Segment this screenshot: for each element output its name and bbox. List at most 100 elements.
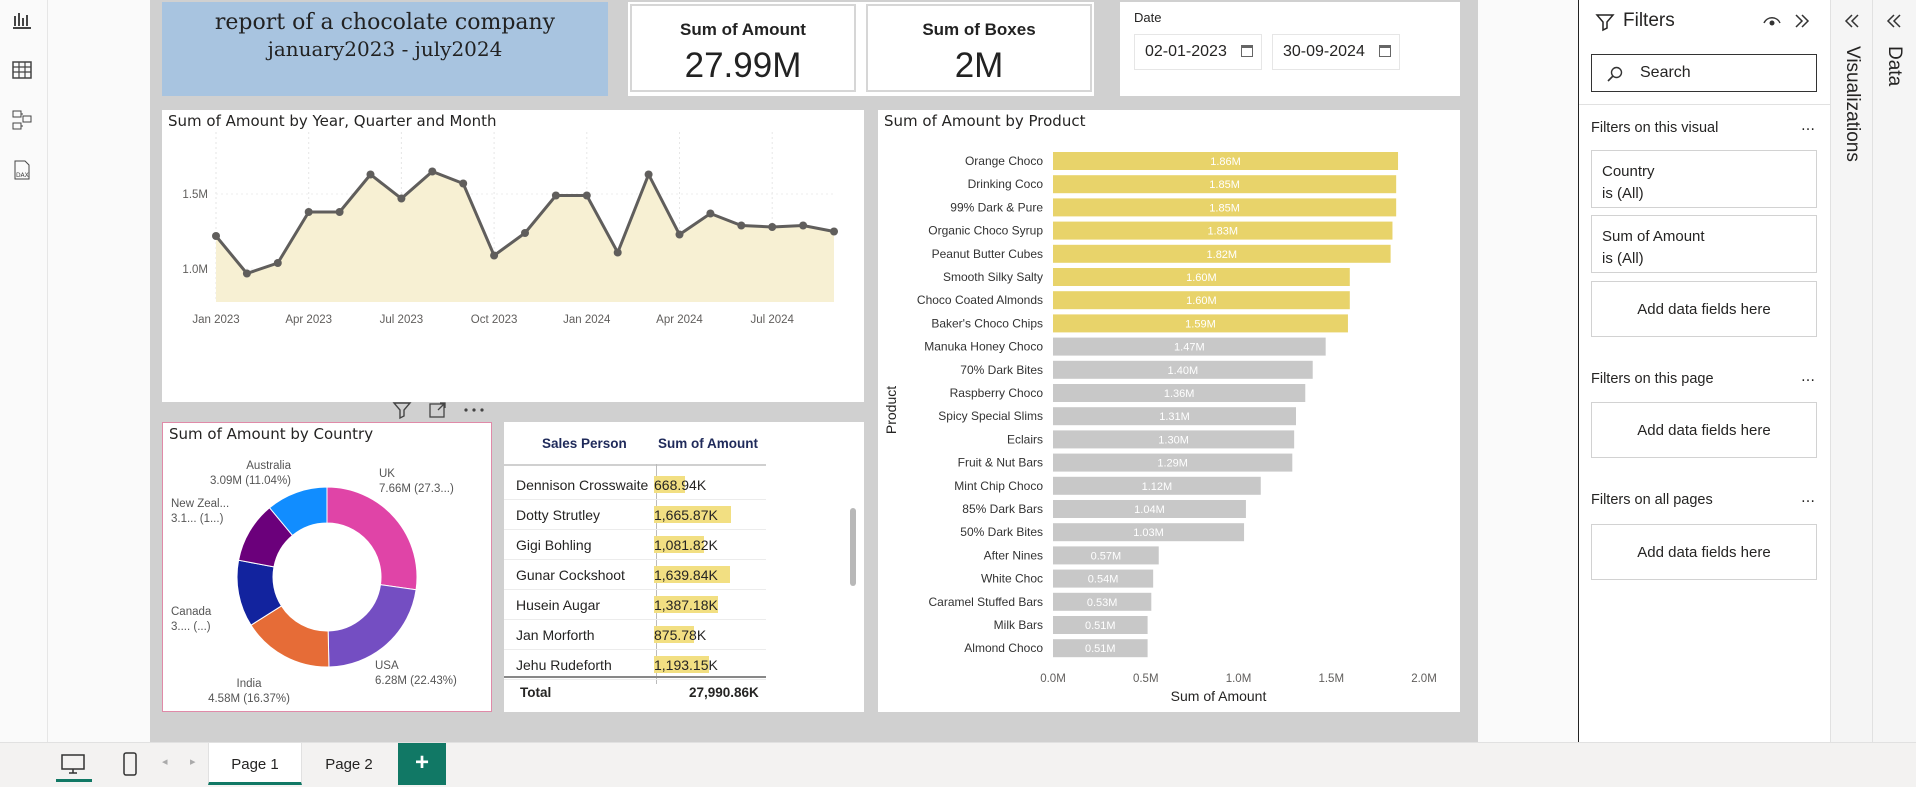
slice-value-label: 6.28M (22.43%): [375, 675, 457, 687]
product-label: Organic Choco Syrup: [928, 224, 1043, 238]
bar-data-label: 0.51M: [1085, 643, 1116, 655]
product-label: Raspberry Choco: [950, 386, 1044, 400]
table-header-amount[interactable]: Sum of Amount: [658, 436, 758, 451]
data-point: [551, 191, 560, 200]
product-label: Almond Choco: [964, 641, 1043, 655]
amount-value: 1,193.15K: [654, 657, 718, 673]
data-pane-collapsed[interactable]: Data: [1873, 0, 1916, 742]
add-page-button[interactable]: +: [398, 743, 446, 785]
product-label: 70% Dark Bites: [960, 363, 1043, 377]
y-tick-label: 1.0M: [182, 264, 208, 276]
product-label: Mint Chip Choco: [954, 479, 1043, 493]
slice-value-label: 4.58M (16.37%): [208, 693, 290, 705]
sales-person-table[interactable]: Sales Person Sum of Amount Dennison Cros…: [504, 422, 864, 712]
tab-page-1[interactable]: Page 1: [208, 743, 302, 785]
table-row[interactable]: Gunar Cockshoot 1,639.84K: [504, 560, 766, 590]
more-options-icon[interactable]: …: [1801, 118, 1816, 134]
data-point: [366, 170, 375, 179]
calendar-icon[interactable]: [1379, 45, 1391, 57]
mobile-layout-icon[interactable]: [122, 751, 138, 777]
bar-data-label: 1.60M: [1186, 272, 1217, 284]
data-point: [644, 170, 653, 179]
table-row[interactable]: Dotty Strutley 1,665.87K: [504, 500, 766, 530]
tab-page-2[interactable]: Page 2: [302, 743, 396, 785]
report-view-icon[interactable]: [10, 8, 34, 32]
kpi-card-boxes[interactable]: Sum of Boxes 2M: [866, 4, 1092, 92]
visualizations-label[interactable]: Visualizations: [1841, 46, 1863, 162]
product-bar-visual[interactable]: Sum of Amount by Product Orange Choco 1.8…: [878, 110, 1460, 712]
next-page-icon[interactable]: ▸: [190, 755, 196, 768]
kpi-card-amount[interactable]: Sum of Amount 27.99M: [630, 4, 856, 92]
slice-name-label: UK: [379, 468, 395, 480]
bar-data-label: 1.29M: [1157, 458, 1188, 470]
focus-mode-icon[interactable]: [428, 400, 448, 420]
eye-icon[interactable]: [1763, 14, 1781, 28]
table-row[interactable]: Jan Morforth 875.78K: [504, 620, 766, 650]
product-label: White Choc: [981, 572, 1043, 586]
table-header-sales-person[interactable]: Sales Person: [542, 436, 627, 451]
expand-icon[interactable]: [1885, 12, 1903, 30]
product-label: Choco Coated Almonds: [917, 293, 1043, 307]
add-data-fields-all[interactable]: Add data fields here: [1591, 524, 1817, 580]
model-view-icon[interactable]: [10, 108, 34, 132]
bar-data-label: 0.57M: [1091, 550, 1122, 562]
product-label: Caramel Stuffed Bars: [929, 595, 1044, 609]
data-point: [675, 230, 684, 239]
product-label: Smooth Silky Salty: [943, 270, 1043, 284]
filters-search-input[interactable]: Search: [1591, 54, 1817, 92]
table-row[interactable]: Husein Augar 1,387.18K: [504, 590, 766, 620]
country-donut-visual[interactable]: Sum of Amount by Country UK 7.66M (27.3..…: [162, 422, 492, 712]
x-tick-label: 0.0M: [1040, 673, 1066, 685]
visualizations-pane-collapsed[interactable]: Visualizations: [1831, 0, 1873, 742]
filter-card-amount[interactable]: Sum of Amount is (All): [1591, 215, 1817, 273]
data-label[interactable]: Data: [1883, 46, 1905, 86]
collapse-filters-icon[interactable]: [1793, 12, 1811, 30]
donut-slice: [326, 486, 418, 591]
amount-value: 1,387.18K: [654, 597, 718, 613]
dax-query-icon[interactable]: DAX: [10, 158, 34, 182]
donut-chart: UK 7.66M (27.3...) USA 6.28M (22.43%) India 4…: [171, 460, 457, 705]
bar-data-label: 1.85M: [1209, 179, 1240, 191]
more-options-icon[interactable]: …: [1801, 490, 1816, 506]
amount-value: 1,639.84K: [654, 567, 718, 583]
filter-icon: [1595, 14, 1615, 32]
y-tick-label: 1.5M: [182, 189, 208, 201]
x-tick-label: Jan 2023: [192, 314, 239, 326]
filters-on-page-heading: Filters on this page: [1591, 371, 1714, 387]
end-date-input[interactable]: 30-09-2024: [1272, 34, 1400, 70]
calendar-icon[interactable]: [1241, 45, 1253, 57]
date-slicer-label: Date: [1134, 10, 1162, 25]
slice-name-label: New Zeal...: [171, 498, 229, 510]
start-date-input[interactable]: 02-01-2023: [1134, 34, 1262, 70]
data-point: [397, 194, 406, 203]
add-data-fields-visual[interactable]: Add data fields here: [1591, 281, 1817, 337]
data-point: [799, 221, 808, 230]
slice-value-label: 3.1... (1...): [171, 513, 224, 525]
svg-text:DAX: DAX: [16, 172, 29, 179]
more-options-icon[interactable]: …: [1801, 369, 1816, 385]
filter-icon[interactable]: [392, 400, 412, 420]
prev-page-icon[interactable]: ◂: [162, 755, 168, 768]
bar-data-label: 1.83M: [1207, 226, 1238, 238]
slice-value-label: 3.09M (11.04%): [210, 475, 291, 487]
bar-data-label: 1.82M: [1207, 249, 1238, 261]
data-point: [304, 208, 313, 216]
more-options-icon[interactable]: [462, 400, 486, 420]
add-data-fields-page[interactable]: Add data fields here: [1591, 402, 1817, 458]
kpi-label: Sum of Boxes: [922, 20, 1036, 39]
table-view-icon[interactable]: [10, 58, 34, 82]
table-scrollbar[interactable]: [850, 508, 856, 586]
table-row[interactable]: Dennison Crosswaite 668.94K: [504, 470, 766, 500]
expand-icon[interactable]: [1843, 12, 1861, 30]
product-label: Peanut Butter Cubes: [932, 247, 1043, 261]
filter-card-country[interactable]: Country is (All): [1591, 150, 1817, 208]
report-title-card[interactable]: report of a chocolate company january202…: [162, 2, 608, 96]
desktop-layout-icon[interactable]: [60, 753, 86, 775]
line-chart-visual[interactable]: Sum of Amount by Year, Quarter and Month…: [162, 110, 864, 402]
filter-state: is (All): [1602, 250, 1644, 267]
bar-data-label: 1.47M: [1174, 342, 1205, 354]
table-row[interactable]: Gigi Bohling 1,081.82K: [504, 530, 766, 560]
data-point: [830, 227, 838, 236]
product-label: Fruit & Nut Bars: [958, 456, 1043, 470]
x-tick-label: Jan 2024: [563, 314, 611, 326]
